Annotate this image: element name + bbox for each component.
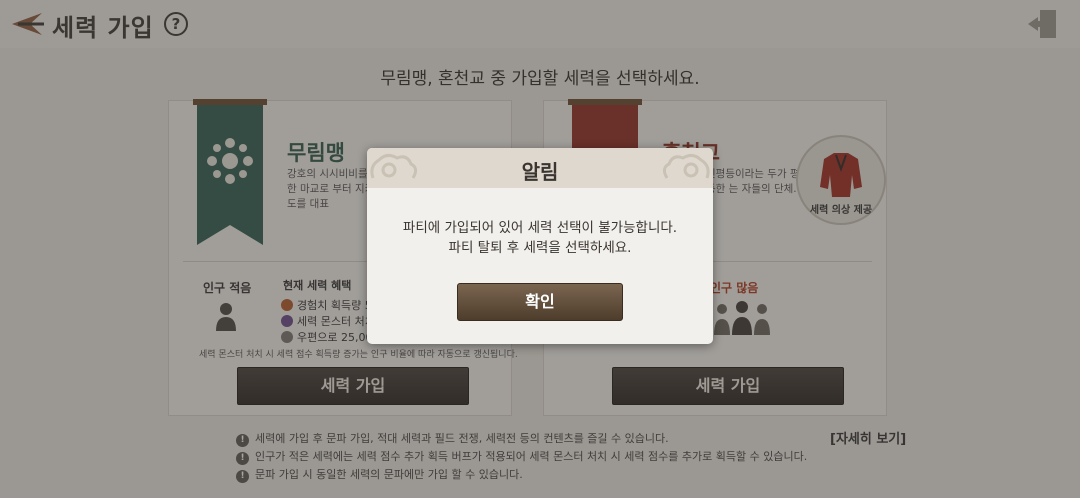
alert-dialog: 알림 파티에 가입되어 있어 세력 선택이 불가능합니다. 파티 탈퇴 후 세력… xyxy=(367,148,713,344)
confirm-button[interactable]: 확인 xyxy=(457,283,623,321)
dialog-title: 알림 xyxy=(521,160,559,184)
dialog-message: 파티에 가입되어 있어 세력 선택이 불가능합니다. 파티 탈퇴 후 세력을 선… xyxy=(402,220,678,256)
dialog-header: 알림 xyxy=(367,148,713,188)
